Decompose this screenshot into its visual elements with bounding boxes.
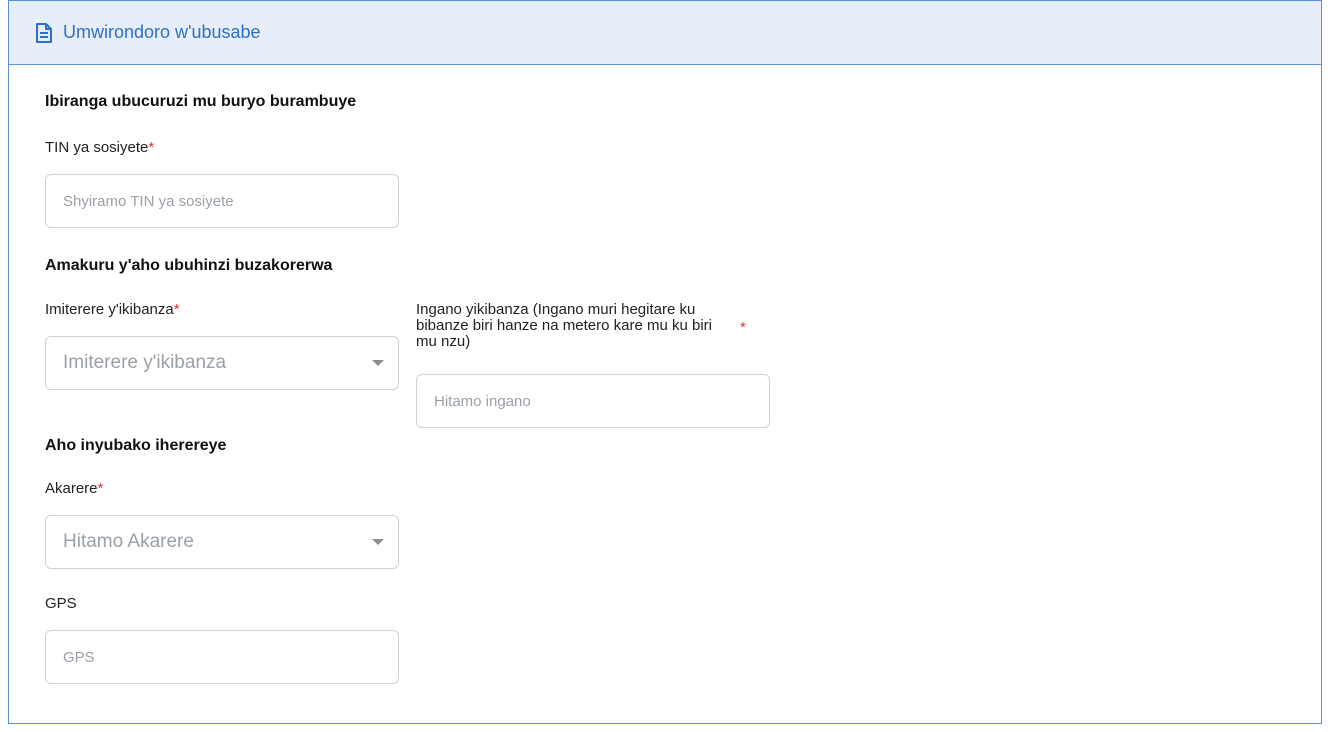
required-mark: *	[148, 139, 155, 156]
district-select[interactable]: Hitamo Akarere	[45, 515, 399, 569]
plot-size-input[interactable]	[434, 375, 769, 427]
plot-type-selected: Imiterere y'ikibanza	[63, 352, 227, 373]
section-title-work: Amakuru y'aho ubuhinzi buzakorerwa	[45, 257, 333, 274]
tin-label: TIN ya sosiyete*	[45, 139, 155, 156]
gps-label: GPS	[45, 595, 77, 612]
panel-header: Umwirondoro w'ubusabe	[9, 1, 1321, 65]
district-selected: Hitamo Akarere	[63, 531, 194, 552]
tin-field[interactable]	[45, 174, 399, 228]
section-title-business: Ibiranga ubucuruzi mu buryo burambuye	[45, 93, 357, 110]
chevron-down-icon	[372, 539, 384, 545]
plot-size-field[interactable]	[416, 374, 770, 428]
gps-field[interactable]	[45, 630, 399, 684]
plot-size-label: Ingano yikibanza (Ingano muri hegitare k…	[416, 301, 712, 350]
tin-input[interactable]	[63, 175, 398, 227]
application-profile-panel: Umwirondoro w'ubusabe Ibiranga ubucuruzi…	[8, 0, 1322, 724]
plot-type-select[interactable]: Imiterere y'ikibanza	[45, 336, 399, 390]
chevron-down-icon	[372, 360, 384, 366]
plot-size-required-mark: *	[740, 319, 746, 336]
panel-title: Umwirondoro w'ubusabe	[63, 22, 261, 42]
document-icon	[35, 22, 53, 43]
section-title-location: Aho inyubako iherereye	[45, 437, 227, 454]
required-mark: *	[173, 301, 180, 318]
plot-type-label: Imiterere y'ikibanza*	[45, 301, 180, 318]
required-mark: *	[97, 480, 104, 497]
district-label: Akarere*	[45, 480, 104, 497]
gps-input[interactable]	[63, 631, 398, 683]
